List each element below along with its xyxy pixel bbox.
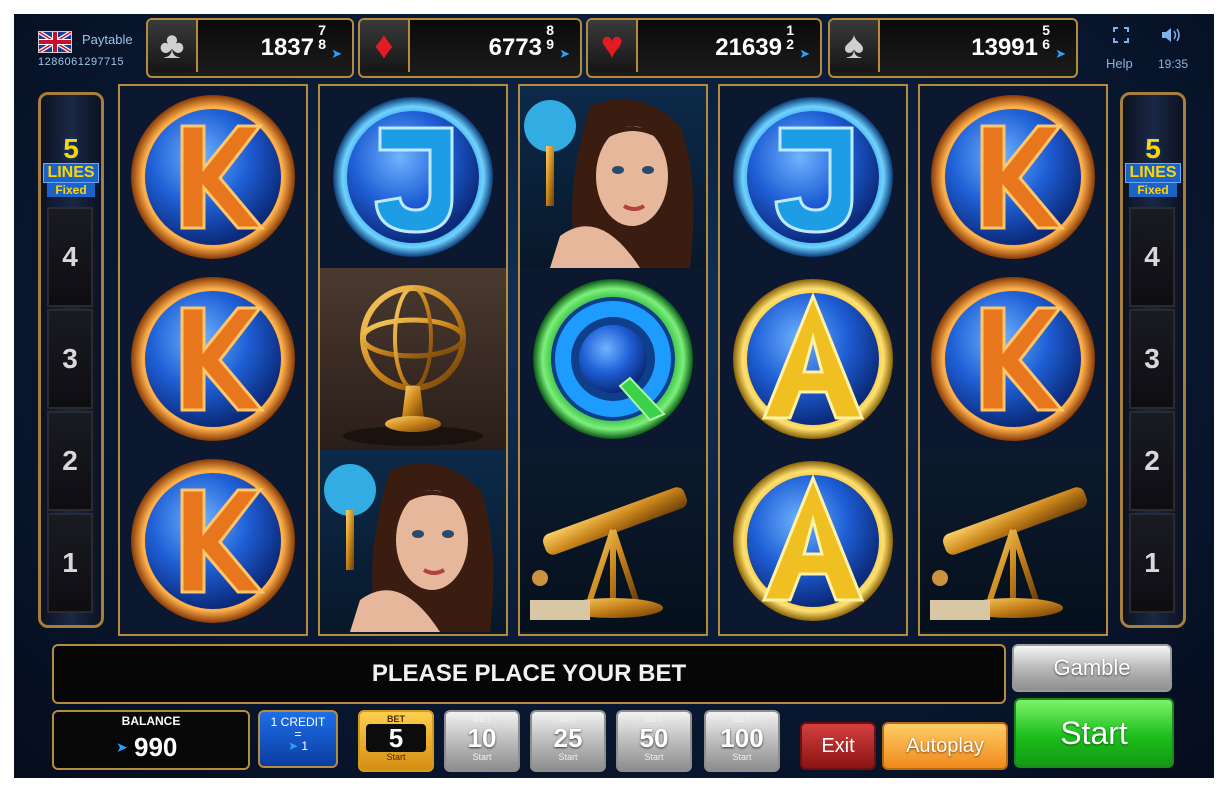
- jackpot-spades: ♠ 13991 56 ➤: [828, 18, 1078, 78]
- lines-indicator[interactable]: 5 LINES Fixed: [1123, 135, 1183, 197]
- jackpot-clubs: ♣ 1837 78 ➤: [146, 18, 354, 78]
- bet-amount: 25: [553, 723, 583, 753]
- fixed-label: Fixed: [47, 183, 95, 197]
- gamble-button[interactable]: Gamble: [1012, 644, 1172, 692]
- symbol-k: [120, 450, 306, 632]
- hearts-icon: ♥: [588, 20, 638, 72]
- reel-4: [718, 84, 908, 636]
- balance-label: BALANCE: [121, 714, 181, 728]
- diamonds-icon: ♦: [360, 20, 410, 72]
- bet-amount: 100: [720, 723, 764, 753]
- line-3-marker[interactable]: 3: [1129, 309, 1175, 409]
- start-button[interactable]: Start: [1014, 698, 1174, 768]
- balance-display: BALANCE ➤ 990: [52, 710, 250, 770]
- bet-25-button[interactable]: BET 25 Start: [530, 710, 606, 772]
- symbol-telescope: [920, 450, 1106, 632]
- symbol-j: [720, 86, 906, 268]
- line-1-marker[interactable]: 1: [47, 513, 93, 613]
- symbol-k: [920, 86, 1106, 268]
- reel-1: [118, 84, 308, 636]
- bet-amount: 50: [639, 723, 669, 753]
- line-3-marker[interactable]: 3: [47, 309, 93, 409]
- lines-panel-left: 5 LINES Fixed 4 3 2 1: [38, 92, 104, 628]
- arrow-icon: ➤: [799, 46, 810, 61]
- jackpot-value: 13991: [971, 34, 1038, 61]
- credit-value-button[interactable]: 1 CREDIT = ➤ 1: [258, 710, 338, 768]
- status-message: PLEASE PLACE YOUR BET: [52, 644, 1006, 704]
- fixed-label: Fixed: [1129, 183, 1177, 197]
- symbol-q: [520, 268, 706, 450]
- bet-100-button[interactable]: BET 100 Start: [704, 710, 780, 772]
- jackpot-roll: 78: [318, 22, 326, 52]
- speaker-icon[interactable]: [1160, 26, 1184, 49]
- fullscreen-icon[interactable]: [1112, 26, 1130, 49]
- jackpot-roll: 56: [1042, 22, 1050, 52]
- arrow-icon: ➤: [116, 739, 128, 755]
- line-2-marker[interactable]: 2: [47, 411, 93, 511]
- arrow-icon: ➤: [287, 739, 299, 753]
- symbol-j: [320, 86, 506, 268]
- symbol-armillary-sphere: [320, 268, 506, 450]
- symbol-k: [920, 268, 1106, 450]
- slot-game: Paytable 1286061297715 ♣ 1837 78 ➤ ♦ 677…: [14, 14, 1214, 778]
- symbol-k: [120, 268, 306, 450]
- symbol-a: [720, 450, 906, 632]
- symbol-k: [120, 86, 306, 268]
- symbol-woman: [320, 450, 506, 632]
- reel-3: [518, 84, 708, 636]
- lines-count: 5: [1145, 133, 1161, 164]
- jackpot-hearts: ♥ 21639 12 ➤: [586, 18, 822, 78]
- bet-start-label: Start: [644, 752, 664, 762]
- jackpot-value: 1837: [260, 34, 314, 61]
- clubs-icon: ♣: [148, 20, 198, 72]
- jackpot-value: 21639: [715, 34, 782, 61]
- bet-start-label: Start: [558, 752, 578, 762]
- credit-equals: =: [294, 727, 302, 741]
- symbol-a: [720, 268, 906, 450]
- bet-amount: 10: [467, 723, 497, 753]
- bet-5-button[interactable]: BET 5 Start: [358, 710, 434, 772]
- help-button[interactable]: Help: [1106, 56, 1133, 71]
- ticket-id: 1286061297715: [38, 56, 125, 68]
- jackpot-value: 6773: [488, 34, 542, 61]
- balance-value: 990: [134, 732, 178, 762]
- bet-amount: 5: [366, 724, 426, 752]
- bet-start-label: Start: [472, 752, 492, 762]
- jackpot-roll: 12: [786, 22, 794, 52]
- symbol-telescope: [520, 450, 706, 632]
- bet-10-button[interactable]: BET 10 Start: [444, 710, 520, 772]
- symbol-woman: [520, 86, 706, 268]
- uk-flag-icon[interactable]: [38, 31, 72, 53]
- bet-start-label: Start: [732, 752, 752, 762]
- paytable-link[interactable]: Paytable: [82, 32, 133, 47]
- clock: 19:35: [1158, 57, 1189, 71]
- lines-label: LINES: [1125, 163, 1181, 183]
- credit-value: 1: [301, 739, 309, 753]
- autoplay-button[interactable]: Autoplay: [882, 722, 1008, 770]
- lines-label: LINES: [43, 163, 99, 183]
- lines-indicator[interactable]: 5 LINES Fixed: [41, 135, 101, 197]
- reel-2: [318, 84, 508, 636]
- arrow-icon: ➤: [331, 46, 342, 61]
- jackpot-diamonds: ♦ 6773 89 ➤: [358, 18, 582, 78]
- bet-start-label: Start: [386, 752, 406, 762]
- lines-panel-right: 5 LINES Fixed 4 3 2 1: [1120, 92, 1186, 628]
- arrow-icon: ➤: [559, 46, 570, 61]
- line-1-marker[interactable]: 1: [1129, 513, 1175, 613]
- bet-50-button[interactable]: BET 50 Start: [616, 710, 692, 772]
- spades-icon: ♠: [830, 20, 880, 72]
- reel-5: [918, 84, 1108, 636]
- jackpot-roll: 89: [546, 22, 554, 52]
- line-4-marker[interactable]: 4: [47, 207, 93, 307]
- exit-button[interactable]: Exit: [800, 722, 876, 770]
- lines-count: 5: [63, 133, 79, 164]
- line-4-marker[interactable]: 4: [1129, 207, 1175, 307]
- arrow-icon: ➤: [1055, 46, 1066, 61]
- line-2-marker[interactable]: 2: [1129, 411, 1175, 511]
